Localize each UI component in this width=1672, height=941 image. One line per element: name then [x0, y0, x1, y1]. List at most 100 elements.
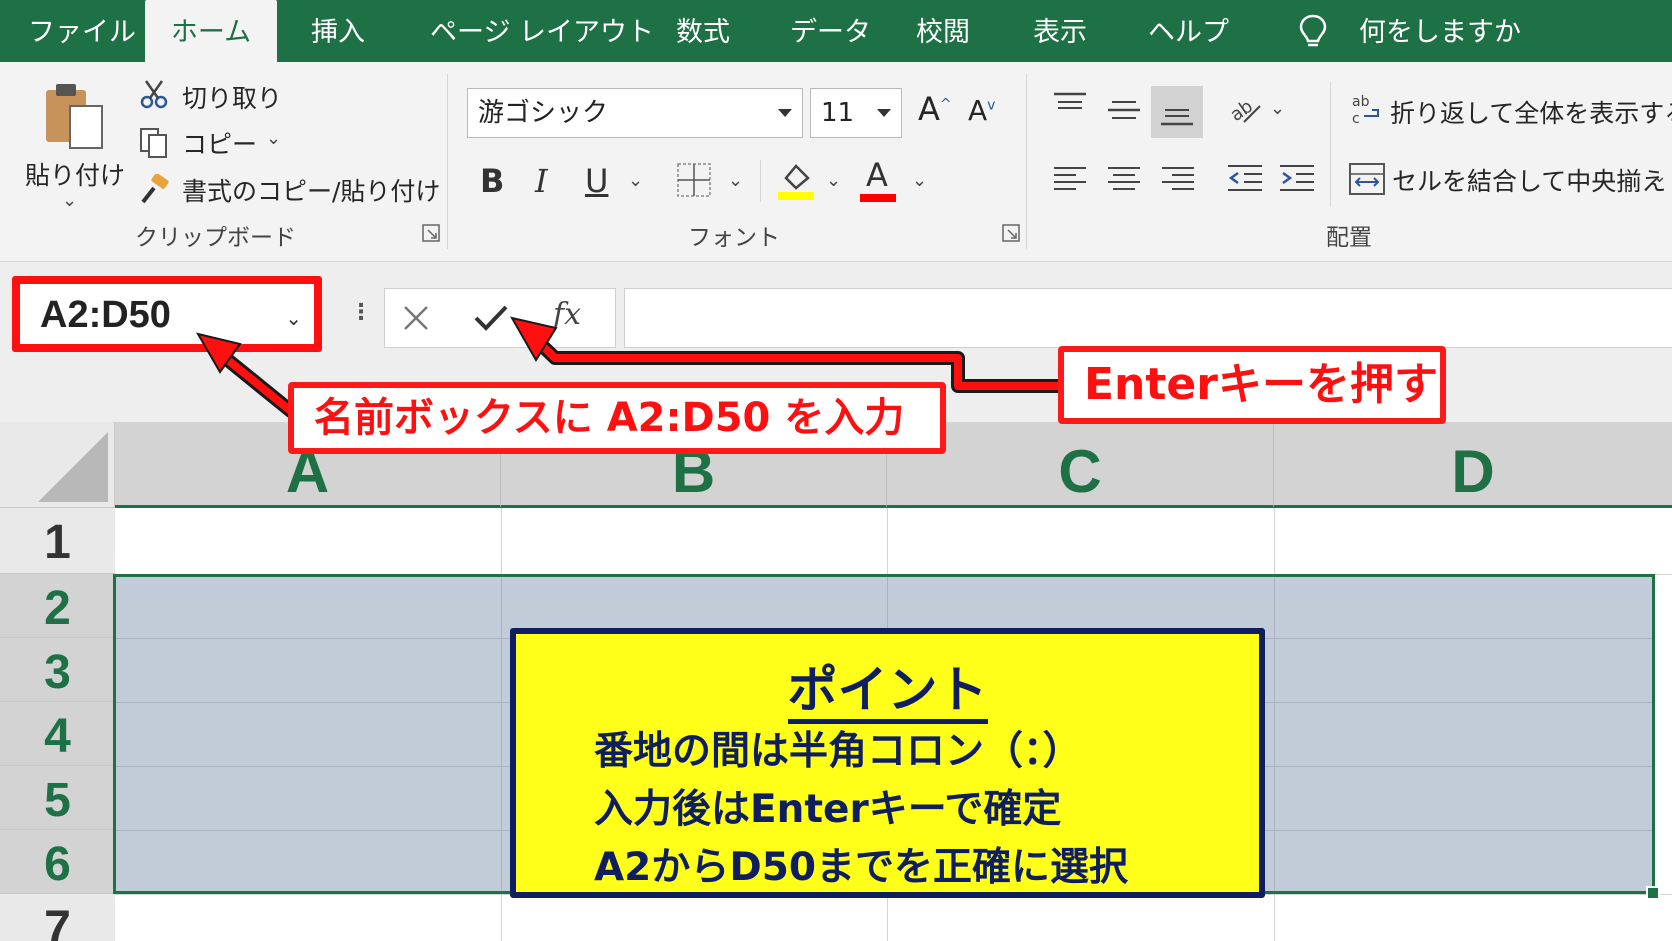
tab-data[interactable]: データ	[790, 0, 871, 62]
merge-center-button[interactable]: セルを結合して中央揃え	[1392, 162, 1666, 198]
paste-button[interactable]: 貼り付け	[25, 156, 125, 192]
column-header-d[interactable]: D	[1274, 422, 1672, 508]
tab-help[interactable]: ヘルプ	[1148, 0, 1229, 62]
italic-button[interactable]: I	[535, 162, 548, 200]
scissors-icon	[140, 80, 168, 109]
increase-font-size-icon[interactable]: A^	[918, 90, 952, 128]
tab-review[interactable]: 校閲	[916, 0, 970, 62]
chevron-down-icon[interactable]: ⌄	[285, 306, 302, 330]
align-left-icon[interactable]	[1052, 164, 1088, 194]
point-line-1: 番地の間は半角コロン（：）	[594, 729, 1082, 774]
tab-file[interactable]: ファイル	[28, 0, 136, 62]
wrap-text-icon: ab c	[1352, 94, 1379, 126]
fill-handle[interactable]	[1646, 886, 1660, 900]
formula-input[interactable]	[624, 288, 1672, 348]
font-color-button[interactable]: A	[866, 156, 888, 194]
font-name-dropdown[interactable]: 游ゴシック	[467, 88, 803, 138]
formula-buttons: fx	[384, 288, 616, 348]
point-title: ポイント	[516, 650, 1259, 724]
row-header-4[interactable]: 4	[0, 702, 115, 766]
underline-button[interactable]: U	[585, 162, 608, 200]
clipboard-launcher-icon[interactable]	[422, 224, 440, 242]
format-painter-button[interactable]: 書式のコピー/貼り付け	[182, 172, 440, 208]
tell-me-search[interactable]: 何をしますか	[1359, 0, 1521, 62]
group-separator	[760, 160, 761, 202]
ribbon-tab-bar: ファイル ホーム 挿入 ページ レイアウト 数式 データ 校閲 表示 ヘルプ 何…	[0, 0, 1672, 62]
ribbon-home: 貼り付け ⌄ 切り取り コピー ⌄ 書式のコピー/貼り付け クリップボード 游ゴ…	[0, 62, 1672, 262]
decrease-font-size-icon[interactable]: Av	[968, 94, 995, 127]
group-separator	[447, 74, 448, 249]
fill-color-dropdown-icon[interactable]: ⌄	[826, 170, 841, 191]
svg-text:ab: ab	[1352, 94, 1370, 110]
merge-dropdown-icon[interactable]: ⌄	[1652, 166, 1667, 187]
align-top-icon[interactable]	[1052, 90, 1088, 120]
group-separator	[1026, 74, 1027, 249]
enter-checkmark-icon[interactable]	[473, 303, 509, 333]
merge-center-icon	[1349, 163, 1385, 195]
orientation-icon[interactable]: ab	[1228, 92, 1264, 128]
insert-function-icon[interactable]: fx	[553, 297, 581, 332]
lightbulb-icon[interactable]	[1298, 14, 1328, 50]
row-header-2[interactable]: 2	[0, 574, 115, 638]
chevron-down-icon	[877, 109, 891, 117]
paste-icon[interactable]	[42, 82, 108, 154]
tab-insert[interactable]: 挿入	[311, 0, 365, 62]
cut-button[interactable]: 切り取り	[182, 79, 282, 115]
underline-dropdown-icon[interactable]: ⌄	[628, 170, 643, 191]
align-right-icon[interactable]	[1160, 164, 1196, 194]
font-name-value: 游ゴシック	[478, 98, 609, 128]
row-header-3[interactable]: 3	[0, 638, 115, 702]
row-header-5[interactable]: 5	[0, 766, 115, 830]
tab-formulas[interactable]: 数式	[676, 0, 730, 62]
borders-icon[interactable]	[676, 162, 712, 198]
select-all-triangle-icon	[38, 432, 108, 502]
point-title-text: ポイント	[787, 661, 988, 724]
name-box-value: A2:D50	[40, 294, 171, 336]
decrease-indent-icon[interactable]	[1226, 162, 1264, 194]
font-color-swatch	[860, 194, 896, 202]
font-color-dropdown-icon[interactable]: ⌄	[912, 170, 927, 191]
tab-view[interactable]: 表示	[1033, 0, 1087, 62]
row-header-1[interactable]: 1	[0, 508, 115, 574]
chevron-down-icon	[778, 109, 792, 117]
point-line-3: A2からD50までを正確に選択	[594, 845, 1128, 890]
wrap-text-button[interactable]: 折り返して全体を表示する	[1390, 94, 1672, 130]
tab-page-layout[interactable]: ページ レイアウト	[430, 0, 654, 62]
svg-text:ab: ab	[1228, 96, 1257, 126]
point-callout: ポイント 番地の間は半角コロン（：） 入力後はEnterキーで確定 A2からD5…	[510, 628, 1265, 898]
name-box[interactable]: A2:D50 ⌄	[12, 276, 322, 352]
align-middle-icon[interactable]	[1106, 96, 1142, 126]
cancel-icon[interactable]	[401, 303, 431, 333]
row-header-7[interactable]: 7	[0, 894, 115, 941]
font-launcher-icon[interactable]	[1002, 224, 1020, 242]
more-options-icon[interactable]: ⋮	[350, 300, 372, 325]
font-size-value: 11	[821, 98, 855, 128]
align-bottom-icon	[1161, 109, 1193, 126]
orientation-dropdown-icon[interactable]: ⌄	[1270, 98, 1285, 119]
select-all-corner[interactable]	[0, 422, 115, 508]
clipboard-group-label: クリップボード	[135, 225, 296, 251]
group-separator	[1330, 82, 1331, 207]
increase-indent-icon[interactable]	[1278, 162, 1316, 194]
align-center-icon[interactable]	[1106, 164, 1142, 194]
copy-button[interactable]: コピー	[182, 125, 257, 161]
name-box-hint-callout: 名前ボックスに A2:D50 を入力	[288, 382, 946, 454]
copy-dropdown-icon[interactable]: ⌄	[266, 128, 281, 149]
tab-home[interactable]: ホーム	[145, 0, 277, 62]
borders-dropdown-icon[interactable]: ⌄	[728, 170, 743, 191]
bold-button[interactable]: B	[480, 162, 504, 200]
svg-text:c: c	[1352, 111, 1360, 126]
row-header-6[interactable]: 6	[0, 830, 115, 894]
paste-dropdown-icon[interactable]: ⌄	[62, 190, 77, 211]
enter-hint-callout: Enterキーを押す	[1058, 346, 1446, 424]
gridline	[1274, 577, 1275, 891]
align-bottom-button[interactable]	[1151, 86, 1203, 138]
font-group-label: フォント	[688, 225, 780, 251]
point-line-2: 入力後はEnterキーで確定	[594, 787, 1062, 832]
font-size-dropdown[interactable]: 11	[810, 88, 902, 138]
copy-icon	[140, 128, 167, 158]
gridline	[501, 577, 502, 891]
alignment-group-label: 配置	[1326, 225, 1372, 251]
format-painter-icon	[141, 174, 169, 204]
fill-color-icon[interactable]	[776, 160, 816, 202]
